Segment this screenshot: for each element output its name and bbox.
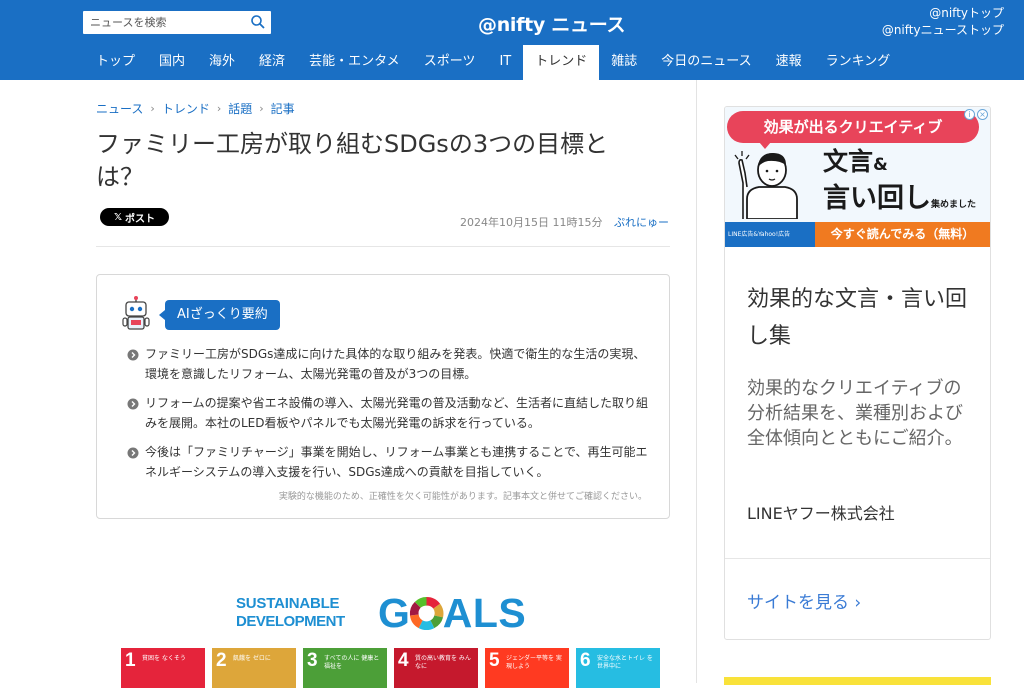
- chevron-circle-icon: [127, 398, 139, 410]
- top-links: @niftyトップ @niftyニューストップ: [882, 5, 1004, 39]
- nav-item-trend[interactable]: トレンド: [523, 45, 600, 80]
- person-pointing-icon: [734, 151, 798, 219]
- breadcrumb-news[interactable]: ニュース: [96, 100, 143, 117]
- site-logo[interactable]: @nifty ニュース: [478, 10, 625, 37]
- x-post-button[interactable]: 𝕏 ポスト: [100, 208, 169, 226]
- sdg-tile: 3 すべての人に 健康と福祉を: [303, 648, 387, 688]
- sdg-goals-word: GOALS: [378, 590, 527, 636]
- chevron-right-icon: ›: [259, 102, 264, 115]
- article-meta: 2024年10月15日 11時15分 ぷれにゅー: [460, 214, 669, 230]
- nav-item-ranking[interactable]: ランキング: [814, 45, 903, 80]
- breadcrumb-trend[interactable]: トレンド: [162, 100, 210, 117]
- sdg-tiles: 1 貧困を なくそう 2 飢餓を ゼロに 3 すべての人に 健康と福祉を 4 質の高い教…: [121, 648, 660, 688]
- list-item: 今後は「ファミリチャージ」事業を開始し、リフォーム事業とも連携することで、再生可…: [127, 443, 652, 482]
- x-post-label: ポスト: [125, 213, 156, 225]
- ad-info-icon[interactable]: i: [964, 109, 975, 120]
- ad-strip-brand: LINE広告&Yahoo!広告: [725, 222, 815, 247]
- nav-item-it[interactable]: IT: [487, 45, 523, 80]
- breadcrumb-topic[interactable]: 話題: [228, 100, 252, 117]
- article-date: 2024年10月15日 11時15分: [460, 216, 603, 229]
- next-ad-edge: [724, 677, 991, 685]
- search-icon[interactable]: [250, 14, 266, 30]
- ad-company: LINEヤフー株式会社: [747, 504, 895, 523]
- chevron-right-icon: ›: [216, 102, 222, 115]
- ai-summary-badge: AIざっくり要約: [159, 300, 280, 330]
- chevron-right-icon: ›: [854, 593, 862, 613]
- sdg-tile: 4 質の高い教育を みんなに: [394, 648, 478, 688]
- ad-close-icon[interactable]: ×: [977, 109, 988, 120]
- ad-strip[interactable]: LINE広告&Yahoo!広告 今すぐ読んでみる（無料）: [725, 222, 990, 247]
- article-title: ファミリー工房が取り組むSDGsの3つの目標とは？: [96, 130, 609, 191]
- breadcrumb: ニュース › トレンド › 話題 › 記事: [96, 100, 295, 117]
- summary-list: ファミリー工房がSDGs達成に向けた具体的な取り組みを発表。快適で衛生的な生活の…: [127, 345, 652, 492]
- list-item: ファミリー工房がSDGs達成に向けた具体的な取り組みを発表。快適で衛生的な生活の…: [127, 345, 652, 384]
- list-item: リフォームの提案や省エネ設備の導入、太陽光発電の普及活動など、生活者に直結した取…: [127, 394, 652, 433]
- ad-headline-2: 言い回し集めました: [823, 183, 977, 214]
- sdg-logo: SUSTAINABLE DEVELOPMENT GOALS: [236, 590, 536, 636]
- article-source-link[interactable]: ぷれにゅー: [614, 216, 669, 229]
- ad-pill-headline: 効果が出るクリエイティブ: [727, 111, 979, 149]
- ad-title[interactable]: 効果的な文言・言い回し集: [747, 281, 977, 355]
- column-divider: [696, 80, 697, 683]
- sdg-tile: 5 ジェンダー平等を 実現しよう: [485, 648, 569, 688]
- nav-item-magazine[interactable]: 雑誌: [599, 45, 649, 80]
- sdg-line2: DEVELOPMENT: [236, 613, 345, 630]
- nav-item-breaking[interactable]: 速報: [764, 45, 814, 80]
- ad-headline-1: 文言&: [823, 147, 888, 176]
- sidebar-ad[interactable]: 効果が出るクリエイティブ i × 文言& 言い回し集めました LINE広告&Ya…: [724, 106, 991, 640]
- nav-item-entertainment[interactable]: 芸能・エンタメ: [297, 45, 412, 80]
- site-header: @nifty ニュース @niftyトップ @niftyニューストップ トップ …: [0, 0, 1024, 80]
- sdg-tile: 6 安全な水とトイレ を世界中に: [576, 648, 660, 688]
- nav-item-sports[interactable]: スポーツ: [412, 45, 488, 80]
- summary-text: ファミリー工房がSDGs達成に向けた具体的な取り組みを発表。快適で衛生的な生活の…: [145, 347, 646, 381]
- ad-description: 効果的なクリエイティブの分析結果を、業種別および全体傾向とともにご紹介。: [747, 378, 963, 449]
- sdg-tile: 1 貧困を なくそう: [121, 648, 205, 688]
- nav-item-overseas[interactable]: 海外: [197, 45, 247, 80]
- nav-item-economy[interactable]: 経済: [247, 45, 297, 80]
- ad-banner-image[interactable]: 効果が出るクリエイティブ i × 文言& 言い回し集めました LINE広告&Ya…: [725, 107, 990, 247]
- chevron-right-icon: ›: [150, 102, 155, 115]
- divider: [96, 246, 670, 247]
- search-box: [83, 11, 271, 34]
- chevron-circle-icon: [127, 349, 139, 361]
- nav-item-today-news[interactable]: 今日のニュース: [649, 45, 763, 80]
- breadcrumb-article[interactable]: 記事: [271, 100, 295, 117]
- divider: [725, 558, 990, 559]
- sdg-wheel-icon: [409, 596, 444, 631]
- search-input[interactable]: [83, 11, 243, 34]
- summary-text: リフォームの提案や省エネ設備の導入、太陽光発電の普及活動など、生活者に直結した取…: [145, 396, 649, 430]
- ad-cta-link[interactable]: サイトを見る ›: [747, 588, 861, 613]
- nifty-news-top-link[interactable]: @niftyニューストップ: [882, 22, 1004, 39]
- ai-summary-box: AIざっくり要約 ファミリー工房がSDGs達成に向けた具体的な取り組みを発表。快…: [96, 274, 670, 519]
- ad-strip-cta[interactable]: 今すぐ読んでみる（無料）: [815, 222, 990, 247]
- main-nav: トップ 国内 海外 経済 芸能・エンタメ スポーツ IT トレンド 雑誌 今日の…: [84, 45, 902, 80]
- nav-item-domestic[interactable]: 国内: [147, 45, 197, 80]
- ad-info-icons[interactable]: i ×: [964, 109, 988, 121]
- nav-item-top[interactable]: トップ: [84, 45, 147, 80]
- nifty-top-link[interactable]: @niftyトップ: [882, 5, 1004, 22]
- summary-text: 今後は「ファミリチャージ」事業を開始し、リフォーム事業とも連携することで、再生可…: [145, 445, 648, 479]
- sdg-tile: 2 飢餓を ゼロに: [212, 648, 296, 688]
- x-logo-icon: 𝕏: [113, 211, 123, 223]
- sdg-line1: SUSTAINABLE: [236, 595, 340, 612]
- chevron-circle-icon: [127, 447, 139, 459]
- summary-disclaimer: 実験的な機能のため、正確性を欠く可能性があります。記事本文と併せてご確認ください…: [278, 492, 647, 502]
- robot-icon: [122, 296, 150, 330]
